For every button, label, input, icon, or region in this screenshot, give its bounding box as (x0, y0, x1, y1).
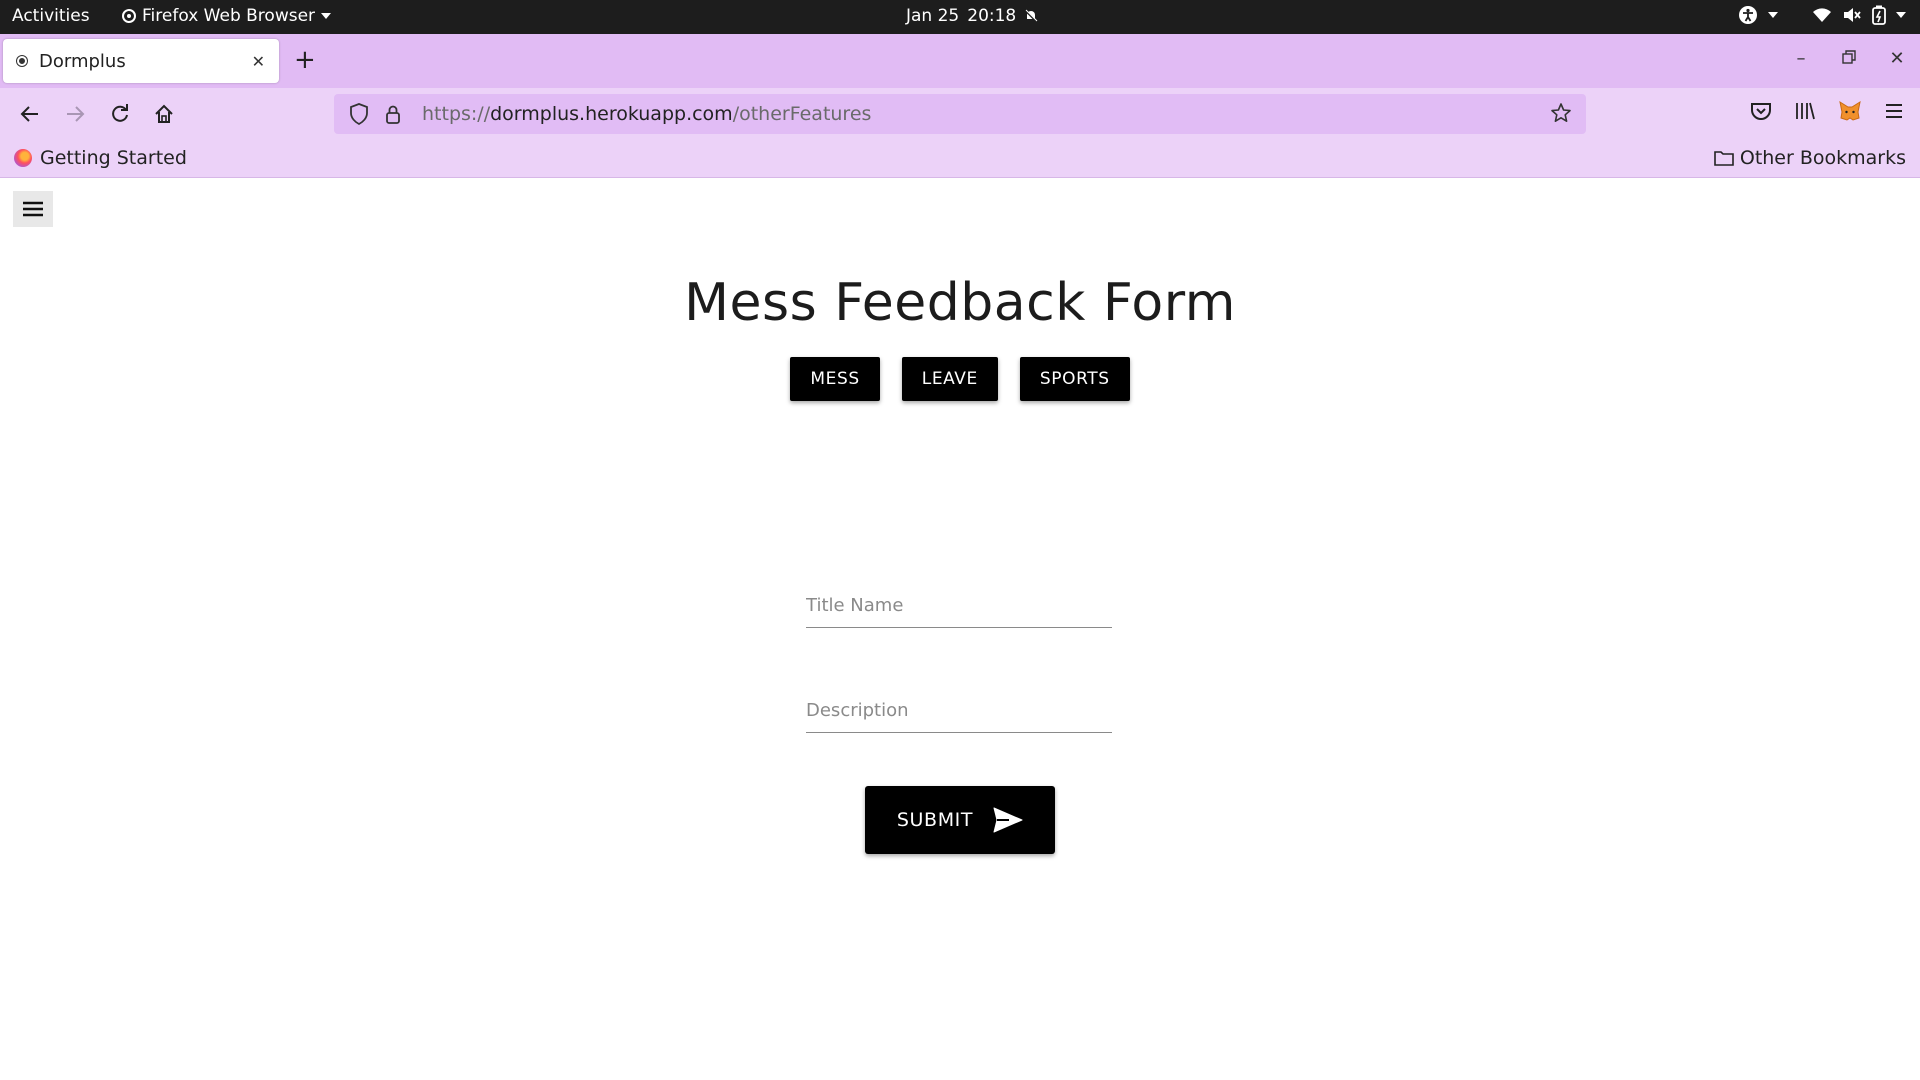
navigation-toolbar: https://dormplus.herokuapp.com/otherFeat… (0, 88, 1920, 140)
home-button[interactable] (150, 100, 178, 128)
menu-icon (23, 201, 43, 217)
tab-title: Dormplus (39, 50, 126, 72)
other-bookmarks-label: Other Bookmarks (1739, 147, 1906, 169)
back-arrow-icon (20, 106, 38, 122)
firefox-app-icon (122, 9, 136, 23)
clock[interactable]: Jan 25 20:18 (906, 6, 1038, 26)
title-name-field (806, 584, 1112, 628)
close-tab-icon[interactable]: ✕ (252, 52, 265, 71)
bookmark-getting-started[interactable]: Getting Started (14, 147, 187, 169)
reload-button[interactable] (106, 100, 134, 128)
app-menu[interactable]: Firefox Web Browser (122, 6, 332, 26)
tab-dormplus[interactable]: Dormplus ✕ (3, 39, 279, 83)
title-name-input[interactable] (806, 584, 1112, 627)
date-text: Jan 25 (906, 6, 960, 26)
close-window-button[interactable]: ✕ (1888, 48, 1906, 69)
submit-label: SUBMIT (896, 809, 974, 831)
bookmark-label: Getting Started (40, 147, 187, 169)
tracking-protection-icon[interactable] (348, 103, 370, 125)
back-button[interactable] (16, 100, 44, 128)
restore-button[interactable] (1840, 48, 1858, 69)
url-path: /otherFeatures (732, 103, 872, 125)
firefox-logo-icon (14, 149, 32, 167)
feature-tabs: MESS LEAVE SPORTS (0, 357, 1920, 401)
app-menu-icon[interactable] (1884, 102, 1904, 120)
page-content: Mess Feedback Form MESS LEAVE SPORTS SUB… (0, 179, 1920, 1080)
reload-icon (112, 104, 128, 122)
notifications-muted-icon (1024, 9, 1038, 23)
pocket-icon[interactable] (1750, 101, 1772, 121)
chevron-down-icon (1768, 12, 1778, 18)
window-controls: – ✕ (1792, 48, 1906, 69)
submit-button[interactable]: SUBMIT (865, 786, 1055, 854)
battery-icon (1872, 5, 1886, 25)
tab-leave[interactable]: LEAVE (901, 357, 998, 401)
wifi-icon (1813, 8, 1831, 22)
library-icon[interactable] (1794, 101, 1816, 121)
url-bar[interactable]: https://dormplus.herokuapp.com/otherFeat… (334, 94, 1586, 134)
time-text: 20:18 (967, 6, 1017, 26)
chevron-down-icon (321, 13, 332, 19)
folder-icon (1714, 151, 1734, 166)
favicon-icon (17, 56, 27, 66)
bookmarks-toolbar: Getting Started Other Bookmarks (0, 140, 1920, 178)
other-bookmarks[interactable]: Other Bookmarks (1714, 147, 1906, 169)
system-top-bar: Activities Firefox Web Browser Jan 25 20… (0, 0, 1920, 34)
description-field (806, 689, 1112, 733)
new-tab-button[interactable]: + (294, 46, 316, 74)
tab-sports[interactable]: SPORTS (1019, 357, 1130, 401)
tab-mess[interactable]: MESS (790, 357, 880, 401)
accessibility-icon (1739, 6, 1757, 24)
url-protocol: https:// (422, 103, 491, 125)
system-tray[interactable] (1738, 5, 1906, 25)
activities-button[interactable]: Activities (12, 6, 90, 26)
restore-icon (1842, 50, 1856, 64)
send-icon (993, 807, 1023, 833)
sidebar-menu-button[interactable] (13, 191, 53, 227)
minimize-button[interactable]: – (1792, 48, 1810, 69)
forward-arrow-icon (67, 106, 85, 122)
page-title: Mess Feedback Form (684, 273, 1236, 333)
toolbar-right (1750, 100, 1904, 122)
app-menu-label: Firefox Web Browser (142, 6, 316, 26)
url-host: dormplus.herokuapp.com (490, 103, 733, 125)
forward-button[interactable] (61, 100, 89, 128)
volume-muted-icon (1844, 8, 1861, 22)
description-input[interactable] (806, 689, 1112, 732)
metamask-extension-icon[interactable] (1838, 100, 1862, 122)
chevron-down-icon (1896, 12, 1906, 18)
bookmark-star-icon[interactable] (1550, 102, 1572, 124)
home-icon (155, 104, 173, 123)
lock-icon[interactable] (384, 104, 402, 124)
tab-strip: Dormplus ✕ + – ✕ (0, 34, 1920, 88)
